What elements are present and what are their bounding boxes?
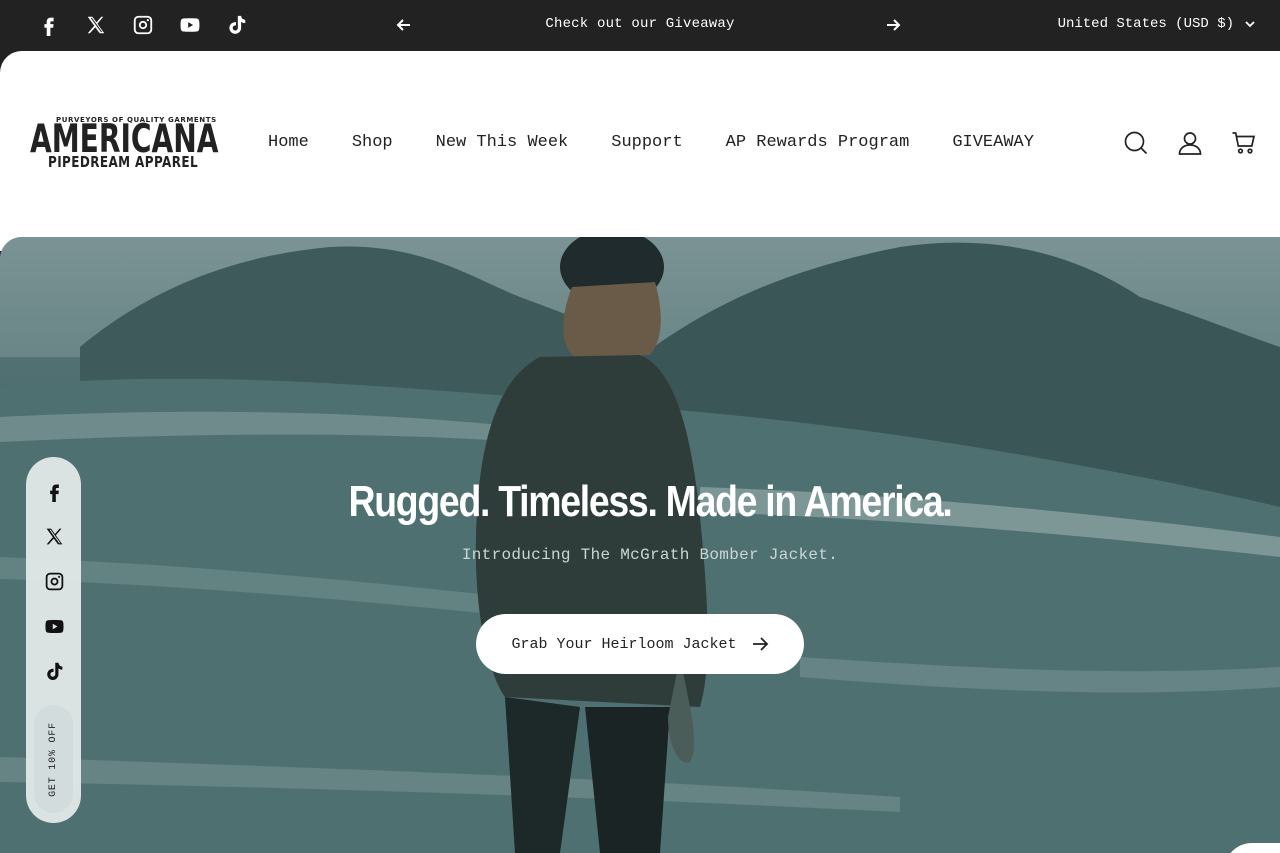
account-icon[interactable] <box>1176 129 1204 157</box>
currency-selector[interactable]: United States (USD $) <box>1058 16 1256 32</box>
instagram-icon[interactable] <box>132 14 154 36</box>
nav-rewards[interactable]: AP Rewards Program <box>726 133 910 152</box>
nav-giveaway[interactable]: GIVEAWAY <box>952 133 1034 152</box>
hero-cta-label: Grab Your Heirloom Jacket <box>511 635 737 653</box>
hero-title: Rugged. Timeless. Made in America. <box>348 477 952 526</box>
site-header: PURVEYORS OF QUALITY GARMENTS AMERICANA … <box>0 51 1280 251</box>
hero-banner: Rugged. Timeless. Made in America. Intro… <box>0 237 1280 853</box>
facebook-icon[interactable] <box>42 479 66 503</box>
announcement-next-button[interactable] <box>883 15 903 35</box>
site-logo[interactable]: PURVEYORS OF QUALITY GARMENTS AMERICANA … <box>30 113 222 175</box>
main-nav: Home Shop New This Week Support AP Rewar… <box>268 133 1077 152</box>
instagram-icon[interactable] <box>42 569 66 593</box>
arrow-right-icon <box>887 19 901 31</box>
hero-background-image <box>0 237 1280 853</box>
tiktok-icon[interactable] <box>42 659 66 683</box>
announcement-text[interactable]: Check out our Giveaway <box>420 16 860 32</box>
chevron-down-icon <box>1245 21 1255 28</box>
nav-support[interactable]: Support <box>611 133 682 152</box>
arrow-left-icon <box>396 19 410 31</box>
discount-tab-button[interactable]: GET 10% OFF <box>34 705 73 813</box>
tiktok-icon[interactable] <box>226 14 248 36</box>
hero-cta-button[interactable]: Grab Your Heirloom Jacket <box>476 614 804 674</box>
currency-label: United States (USD $) <box>1057 16 1234 32</box>
x-icon[interactable] <box>42 524 66 548</box>
nav-new-this-week[interactable]: New This Week <box>436 133 569 152</box>
youtube-icon[interactable] <box>42 614 66 638</box>
cart-icon[interactable] <box>1230 129 1258 157</box>
arrow-right-icon <box>752 637 768 651</box>
announcement-prev-button[interactable] <box>394 15 414 35</box>
top-social-links <box>38 14 248 36</box>
logo-subtitle: PIPEDREAM APPAREL <box>48 153 199 171</box>
search-icon[interactable] <box>1122 129 1150 157</box>
header-actions <box>1122 129 1258 157</box>
nav-shop[interactable]: Shop <box>352 133 393 152</box>
x-icon[interactable] <box>85 14 107 36</box>
announcement-bar: Check out our Giveaway United States (US… <box>0 0 1280 52</box>
youtube-icon[interactable] <box>179 14 201 36</box>
floating-social-rail: GET 10% OFF <box>26 457 81 823</box>
discount-label: GET 10% OFF <box>48 721 59 797</box>
facebook-icon[interactable] <box>38 14 60 36</box>
nav-home[interactable]: Home <box>268 133 309 152</box>
hero-subtitle: Introducing The McGrath Bomber Jacket. <box>461 546 839 564</box>
